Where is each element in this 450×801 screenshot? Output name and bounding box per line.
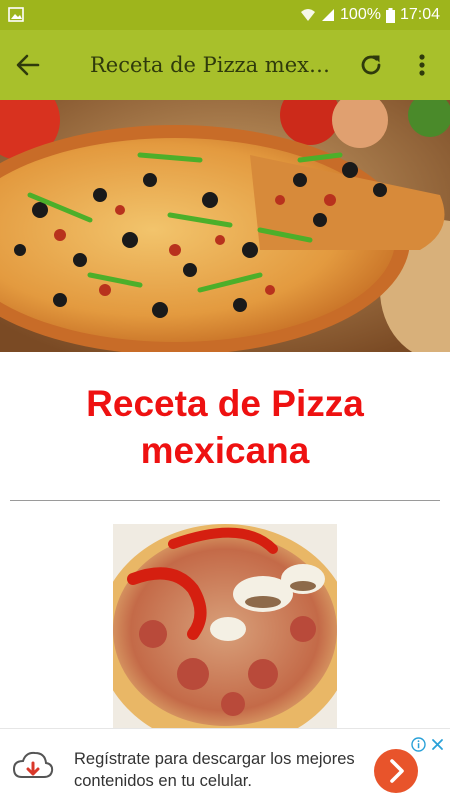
- signal-icon: [322, 9, 335, 21]
- status-bar: 100% 17:04: [0, 0, 450, 30]
- refresh-icon[interactable]: [357, 51, 385, 79]
- wifi-icon: [301, 9, 316, 21]
- battery-icon: [385, 7, 395, 23]
- back-arrow-icon[interactable]: [14, 51, 42, 79]
- battery-percent: 100%: [340, 6, 381, 23]
- ad-text: Regístrate para descargar los mejores co…: [74, 750, 355, 790]
- clock: 17:04: [399, 6, 440, 23]
- app-bar: Receta de Pizza mexicana: [0, 30, 450, 100]
- ad-close-icon[interactable]: [430, 737, 445, 752]
- ad-banner[interactable]: Regístrate para descargar los mejores co…: [0, 728, 450, 801]
- recipe-title: Receta de Pizza mexicana: [86, 383, 364, 471]
- cloud-download-icon: [12, 751, 54, 778]
- recipe-photo: [113, 524, 337, 728]
- ad-go-button[interactable]: [374, 749, 418, 793]
- image-notification-icon: [8, 7, 24, 22]
- divider: [10, 500, 440, 501]
- hero-pizza-image: [0, 100, 450, 352]
- chevron-right-icon: [390, 759, 404, 783]
- more-options-icon[interactable]: [410, 51, 434, 79]
- ad-info-icon[interactable]: [411, 737, 426, 752]
- app-bar-title: Receta de Pizza mexicana: [90, 53, 335, 77]
